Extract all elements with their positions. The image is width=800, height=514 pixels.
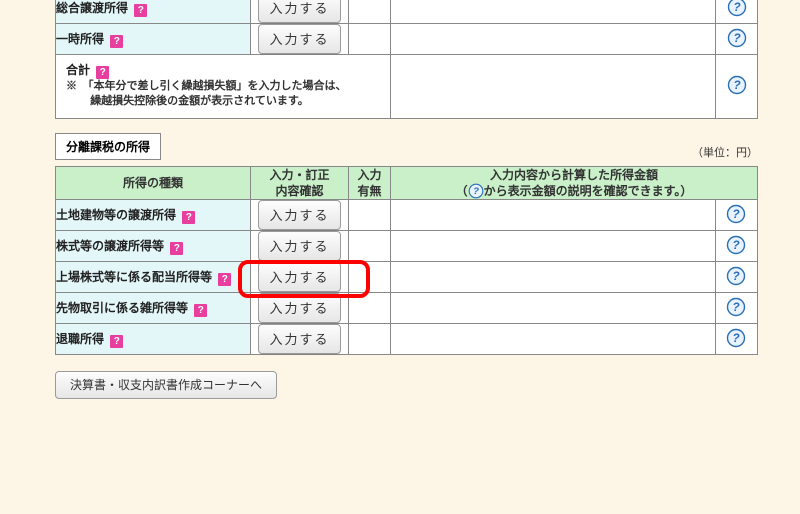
input-flag-cell bbox=[349, 324, 391, 355]
unit-label: （単位：円） bbox=[692, 144, 758, 160]
input-flag-cell bbox=[349, 0, 391, 24]
table-row: 総合譲渡所得 ? 入力する ? bbox=[56, 0, 758, 24]
total-note: ※ 「本年分で差し引く繰越損失額」を入力した場合は、 bbox=[66, 79, 382, 94]
popup-icon[interactable]: ? bbox=[218, 273, 231, 286]
amount-cell bbox=[391, 0, 716, 24]
popup-icon[interactable]: ? bbox=[194, 304, 207, 317]
header-flag: 入力 有無 bbox=[349, 166, 391, 199]
input-button[interactable]: 入力する bbox=[258, 200, 340, 230]
help-icon[interactable]: ? bbox=[727, 75, 747, 95]
svg-text:?: ? bbox=[733, 300, 741, 314]
table-row: 土地建物等の譲渡所得 ? 入力する ? bbox=[56, 200, 758, 231]
amount-cell bbox=[391, 231, 716, 262]
input-flag-cell bbox=[349, 200, 391, 231]
row-name-sakimono: 先物取引に係る雑所得等 ? bbox=[56, 293, 251, 324]
input-button[interactable]: 入力する bbox=[258, 262, 340, 292]
row-name-kabushiki: 株式等の譲渡所得等 ? bbox=[56, 231, 251, 262]
input-button[interactable]: 入力する bbox=[258, 24, 340, 54]
svg-text:?: ? bbox=[733, 238, 741, 252]
table-row: 先物取引に係る雑所得等 ? 入力する ? bbox=[56, 293, 758, 324]
top-income-table: 総合譲渡所得 ? 入力する ? 一時所得 ? 入力する bbox=[55, 0, 758, 119]
input-flag-cell bbox=[349, 24, 391, 55]
table-row: 上場株式等に係る配当所得等 ? 入力する ? bbox=[56, 262, 758, 293]
svg-text:?: ? bbox=[733, 207, 741, 221]
row-name-ichiji: 一時所得 ? bbox=[56, 24, 251, 55]
help-icon[interactable]: ? bbox=[726, 204, 746, 224]
help-icon[interactable]: ? bbox=[727, 0, 747, 17]
total-note: 繰越損失控除後の金額が表示されています。 bbox=[66, 94, 382, 109]
popup-icon[interactable]: ? bbox=[182, 211, 195, 224]
svg-text:?: ? bbox=[733, 31, 741, 45]
popup-icon[interactable]: ? bbox=[134, 4, 147, 17]
help-icon[interactable]: ? bbox=[726, 266, 746, 286]
svg-text:?: ? bbox=[733, 331, 741, 345]
row-name-taishoku: 退職所得 ? bbox=[56, 324, 251, 355]
table-row: 一時所得 ? 入力する ? bbox=[56, 24, 758, 55]
help-icon[interactable]: ? bbox=[726, 328, 746, 348]
svg-text:?: ? bbox=[473, 186, 479, 197]
help-icon[interactable]: ? bbox=[468, 183, 484, 199]
svg-text:?: ? bbox=[733, 269, 741, 283]
amount-cell bbox=[391, 55, 716, 119]
kessansho-button[interactable]: 決算書・収支内訳書作成コーナーへ bbox=[55, 371, 277, 399]
amount-cell bbox=[391, 24, 716, 55]
separation-tax-table: 所得の種類 入力・訂正 内容確認 入力 有無 入力内容から計算した所得金額 （?… bbox=[55, 166, 758, 355]
popup-icon[interactable]: ? bbox=[110, 35, 123, 48]
amount-cell bbox=[391, 200, 716, 231]
row-name-sougou: 総合譲渡所得 ? bbox=[56, 0, 251, 24]
help-icon[interactable]: ? bbox=[726, 297, 746, 317]
row-name-tochi: 土地建物等の譲渡所得 ? bbox=[56, 200, 251, 231]
total-label: 合計 bbox=[66, 63, 90, 77]
input-flag-cell bbox=[349, 231, 391, 262]
input-button-kabushiki[interactable]: 入力する bbox=[258, 231, 340, 261]
help-icon[interactable]: ? bbox=[726, 235, 746, 255]
row-name-joujou: 上場株式等に係る配当所得等 ? bbox=[56, 262, 251, 293]
popup-icon[interactable]: ? bbox=[170, 242, 183, 255]
table-row: 退職所得 ? 入力する ? bbox=[56, 324, 758, 355]
input-flag-cell bbox=[349, 262, 391, 293]
svg-text:?: ? bbox=[733, 78, 741, 92]
popup-icon[interactable]: ? bbox=[96, 66, 109, 79]
table-row: 株式等の譲渡所得等 ? 入力する ? bbox=[56, 231, 758, 262]
popup-icon[interactable]: ? bbox=[110, 335, 123, 348]
header-button: 入力・訂正 内容確認 bbox=[251, 166, 349, 199]
amount-cell bbox=[391, 324, 716, 355]
header-name: 所得の種類 bbox=[56, 166, 251, 199]
amount-cell bbox=[391, 293, 716, 324]
amount-cell bbox=[391, 262, 716, 293]
svg-text:?: ? bbox=[733, 0, 741, 14]
input-button[interactable]: 入力する bbox=[258, 293, 340, 323]
header-row: 所得の種類 入力・訂正 内容確認 入力 有無 入力内容から計算した所得金額 （?… bbox=[56, 166, 758, 199]
input-flag-cell bbox=[349, 293, 391, 324]
header-amount: 入力内容から計算した所得金額 （?から表示金額の説明を確認できます。） bbox=[391, 166, 758, 199]
input-button[interactable]: 入力する bbox=[258, 0, 340, 23]
input-button[interactable]: 入力する bbox=[258, 324, 340, 354]
table-row-total: 合計 ? ※ 「本年分で差し引く繰越損失額」を入力した場合は、 繰越損失控除後の… bbox=[56, 55, 758, 119]
section-title: 分離課税の所得 bbox=[55, 133, 161, 160]
help-icon[interactable]: ? bbox=[727, 28, 747, 48]
